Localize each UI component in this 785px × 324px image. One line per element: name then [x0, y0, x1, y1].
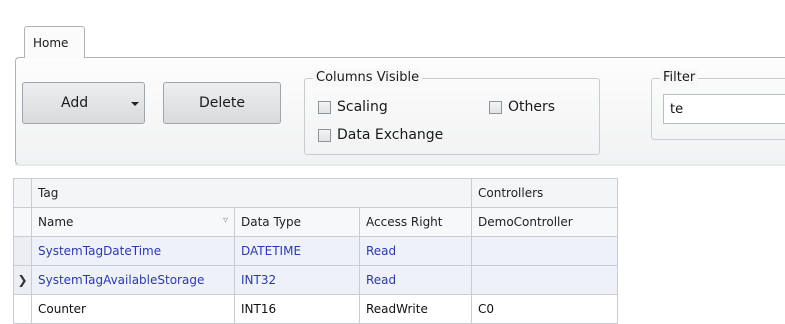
chevron-down-icon[interactable] — [131, 102, 139, 106]
controller-cell[interactable] — [471, 236, 618, 266]
name-column-header[interactable]: Name ▿ — [31, 207, 235, 237]
column-header-row: Name ▿ Data Type Access Right DemoContro… — [13, 207, 618, 237]
row-indicator-header — [13, 207, 32, 237]
delete-button-label: Delete — [199, 95, 245, 111]
access-right-column-header[interactable]: Access Right — [359, 207, 472, 237]
checkbox-icon[interactable] — [318, 128, 331, 142]
scaling-label: Scaling — [337, 99, 388, 115]
group-header-row: Tag Controllers — [13, 178, 618, 208]
access-right-cell[interactable]: ReadWrite — [359, 294, 472, 324]
data-type-cell[interactable]: DATETIME — [234, 236, 360, 266]
access-right-cell[interactable]: Read — [359, 236, 472, 266]
ribbon-divider — [15, 164, 785, 166]
data-exchange-checkbox[interactable]: Data Exchange — [318, 127, 443, 143]
scaling-checkbox[interactable]: Scaling — [318, 99, 388, 115]
table-row[interactable]: ❯ SystemTagAvailableStorage INT32 Read — [13, 265, 618, 295]
others-label: Others — [508, 99, 556, 115]
controllers-group-header: Controllers — [471, 178, 618, 208]
filter-title: Filter — [660, 69, 699, 87]
democontroller-column-header[interactable]: DemoController — [471, 207, 618, 237]
add-button-label: Add — [61, 95, 89, 111]
name-column-label: Name — [38, 215, 74, 229]
checkbox-icon[interactable] — [318, 100, 331, 114]
columns-visible-title: Columns Visible — [313, 69, 423, 87]
row-indicator[interactable]: ❯ — [13, 265, 32, 295]
controller-cell[interactable] — [471, 265, 618, 295]
checkbox-icon[interactable] — [489, 100, 502, 114]
row-indicator[interactable] — [13, 236, 32, 266]
data-type-cell[interactable]: INT32 — [234, 265, 360, 295]
columns-visible-group: Columns Visible — [304, 69, 600, 155]
name-cell[interactable]: SystemTagAvailableStorage — [31, 265, 235, 295]
access-right-cell[interactable]: Read — [359, 265, 472, 295]
tags-grid: Tag Controllers Name ▿ Data Type Access … — [13, 178, 618, 324]
row-indicator-header — [13, 178, 32, 208]
name-cell[interactable]: Counter — [31, 294, 235, 324]
name-cell[interactable]: SystemTagDateTime — [31, 236, 235, 266]
filter-input[interactable] — [663, 94, 785, 124]
table-row[interactable]: Counter INT16 ReadWrite C0 — [13, 294, 618, 324]
data-exchange-label: Data Exchange — [337, 127, 444, 143]
add-button[interactable]: Add — [22, 82, 145, 124]
tag-group-header: Tag — [31, 178, 472, 208]
funnel-icon[interactable]: ▿ — [223, 215, 228, 226]
delete-button[interactable]: Delete — [163, 82, 281, 124]
others-checkbox[interactable]: Others — [489, 99, 555, 115]
tab-home[interactable]: Home — [24, 26, 85, 58]
controller-cell[interactable]: C0 — [471, 294, 618, 324]
row-indicator[interactable] — [13, 294, 32, 324]
table-row[interactable]: SystemTagDateTime DATETIME Read — [13, 236, 618, 266]
data-type-cell[interactable]: INT16 — [234, 294, 360, 324]
data-type-column-header[interactable]: Data Type — [234, 207, 360, 237]
chevron-right-icon: ❯ — [17, 273, 28, 287]
